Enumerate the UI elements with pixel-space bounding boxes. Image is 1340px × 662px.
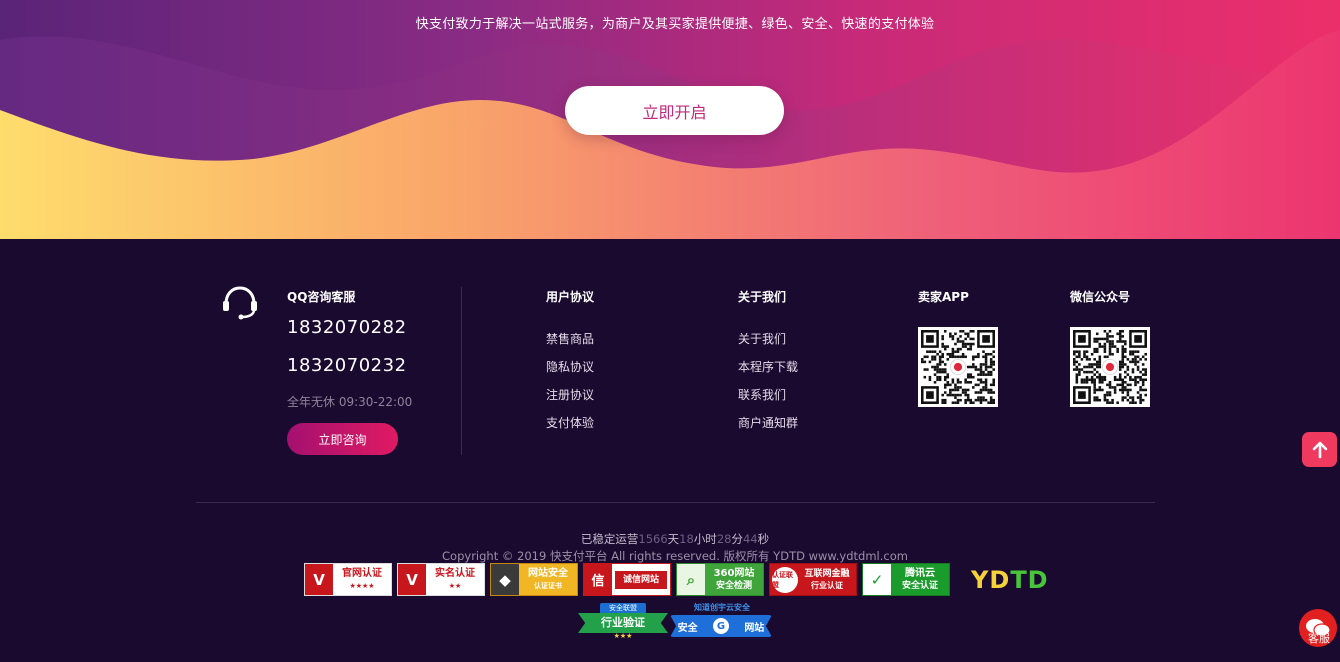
- badge-realname-stars: ★★: [448, 581, 462, 590]
- wechat-qr-code: [1070, 327, 1150, 407]
- badge-official-stars: ★★★★: [349, 581, 375, 590]
- badge-chuangyu-top: 知道创宇云安全: [694, 603, 750, 612]
- uptime-seconds-unit: 秒: [757, 532, 770, 546]
- badge-industry-top: 安全联盟: [600, 603, 646, 614]
- uptime-hours: 18: [679, 532, 694, 546]
- vertical-divider: [461, 287, 462, 455]
- uptime-days: 1566: [638, 532, 668, 546]
- seller-app-qr-code: [918, 327, 998, 407]
- magnifier-icon: ⌕: [677, 564, 705, 595]
- badge-realname[interactable]: V 实名认证 ★★: [397, 563, 485, 596]
- badge-chuangyu-left: 安全: [677, 622, 698, 634]
- consult-now-button[interactable]: 立即咨询: [287, 423, 398, 455]
- badge-tencent-label: 腾讯云: [905, 567, 935, 579]
- uptime-hours-unit: 小时: [693, 532, 717, 546]
- footer-divider: [196, 502, 1155, 503]
- hero-tagline: 快支付致力于解决一站式服务，为商户及其买家提供便捷、绿色、安全、快速的支付体验: [415, 17, 935, 32]
- about-title: 关于我们: [738, 290, 787, 304]
- uptime-seconds: 44: [742, 532, 758, 546]
- user-agreement-title: 用户协议: [546, 290, 595, 304]
- link-prohibited-goods[interactable]: 禁售商品: [546, 330, 594, 347]
- badge-site-safety[interactable]: ◆ 网站安全认证证书: [490, 563, 578, 596]
- link-payment-experience[interactable]: 支付体验: [546, 414, 594, 431]
- footer: [0, 239, 1340, 662]
- customer-service-label: 客服: [1308, 632, 1330, 645]
- hero-banner: 快支付致力于解决一站式服务，为商户及其买家提供便捷、绿色、安全、快速的支付体验 …: [0, 0, 1340, 239]
- shield-icon: ◆: [491, 564, 519, 595]
- ydtd-logo-b: TD: [1010, 566, 1049, 594]
- badge-360-check[interactable]: ⌕ 360网站 安全检测: [676, 563, 764, 596]
- wechat-title: 微信公众号: [1070, 290, 1131, 304]
- service-hours: 全年无休 09:30-22:00: [287, 395, 413, 409]
- badge-finance-sub: 行业认证: [811, 580, 843, 590]
- headset-icon: [223, 286, 257, 320]
- copyright: Copyright © 2019 快支付平台 All rights reserv…: [442, 549, 908, 563]
- badge-tencent-cloud[interactable]: ✓ 腾讯云 安全认证: [862, 563, 950, 596]
- shield-g-icon: G: [712, 618, 729, 634]
- link-merchant-group[interactable]: 商户通知群: [738, 414, 798, 431]
- badge-360-sub: 安全检测: [715, 580, 752, 591]
- uptime-minutes-unit: 分: [731, 532, 743, 546]
- link-download-app[interactable]: 本程序下载: [738, 358, 798, 375]
- seller-app-title: 卖家APP: [918, 290, 969, 304]
- qq-number-1: 1832070282: [287, 317, 407, 338]
- v-shield-icon: V: [398, 564, 426, 595]
- link-privacy-policy[interactable]: 隐私协议: [546, 358, 594, 375]
- badge-realname-label: 实名认证: [435, 567, 475, 579]
- badge-tencent-sub: 安全认证: [901, 580, 938, 591]
- badge-chuangyu-security[interactable]: 知道创宇云安全 安全 G 网站: [670, 601, 772, 641]
- uptime-minutes: 28: [716, 532, 732, 546]
- link-contact-us[interactable]: 联系我们: [738, 386, 786, 403]
- badge-finance-label: 互联网金融: [804, 568, 850, 579]
- v-shield-icon: V: [305, 564, 333, 595]
- check-shield-icon: ✓: [863, 564, 891, 595]
- badge-internet-finance[interactable]: 认证联盟 互联网金融 行业认证: [769, 563, 857, 596]
- qq-number-2: 1832070232: [287, 355, 407, 376]
- start-now-button[interactable]: 立即开启: [565, 86, 784, 135]
- uptime-prefix: 已稳定运营: [580, 532, 639, 546]
- ydtd-logo-a: YD: [971, 566, 1011, 594]
- qq-service-title: QQ咨询客服: [287, 290, 356, 304]
- badge-industry-verify[interactable]: 安全联盟 行业验证 ★★★: [578, 601, 668, 641]
- badge-safety-sub: 认证证书: [534, 581, 562, 590]
- link-about-us[interactable]: 关于我们: [738, 330, 786, 347]
- badge-industry-stars: ★★★: [613, 632, 633, 640]
- badge-safety-label: 网站安全: [528, 567, 568, 579]
- back-to-top-button[interactable]: [1302, 432, 1337, 467]
- link-registration-agreement[interactable]: 注册协议: [546, 386, 594, 403]
- uptime-counter: 已稳定运营1566天18小时28分44秒: [0, 531, 1340, 547]
- uptime-days-unit: 天: [667, 532, 680, 546]
- badge-official-site[interactable]: V 官网认证 ★★★★: [304, 563, 392, 596]
- ydtd-logo: YDTD: [971, 566, 1049, 594]
- arrow-up-icon: [1312, 441, 1327, 458]
- finance-seal-icon: 认证联盟: [772, 566, 798, 593]
- badge-industry-label: 行业验证: [578, 613, 668, 633]
- badge-credit-site[interactable]: 信 诚信网站: [583, 563, 671, 596]
- badge-official-label: 官网认证: [342, 567, 382, 579]
- badge-360-label: 360网站: [713, 567, 755, 579]
- credit-icon: 信: [584, 564, 612, 595]
- badge-chuangyu-right: 网站: [744, 622, 765, 634]
- badge-credit-label: 诚信网站: [615, 570, 667, 589]
